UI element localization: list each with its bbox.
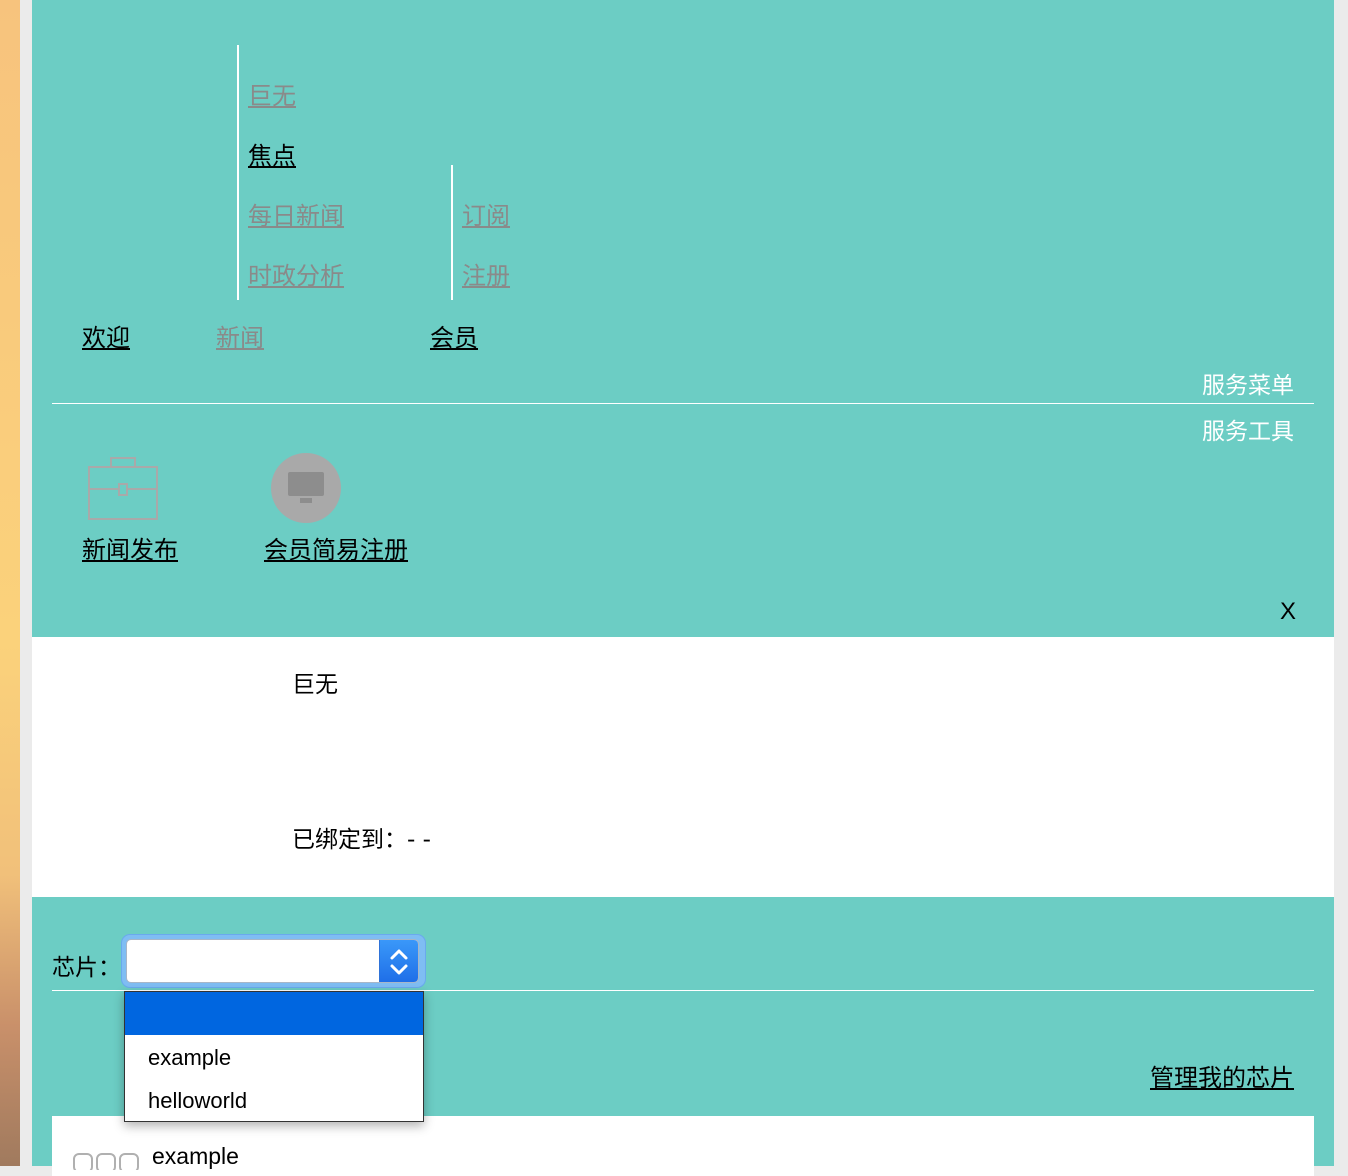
submenu-item-subscribe[interactable]: 订阅	[462, 196, 510, 231]
background-edge	[0, 0, 20, 1166]
bound-status: 已绑定到：- -	[292, 827, 431, 853]
chip-list: example	[52, 1116, 1314, 1176]
chip-icon	[73, 1153, 139, 1170]
nav-member[interactable]: 会员	[430, 318, 478, 353]
info-name: 巨无	[292, 672, 338, 698]
monitor-icon[interactable]	[270, 452, 342, 524]
nav-welcome[interactable]: 欢迎	[82, 318, 130, 353]
member-submenu-divider	[451, 165, 453, 300]
service-tools-label: 服务工具	[1202, 419, 1294, 445]
submenu-item-register[interactable]: 注册	[462, 256, 510, 291]
dropdown-option-helloworld[interactable]: helloworld	[125, 1088, 423, 1114]
service-menu-label[interactable]: 服务菜单	[1202, 366, 1294, 400]
submenu-item-politics[interactable]: 时政分析	[248, 256, 344, 291]
close-button[interactable]: X	[1280, 598, 1296, 626]
submenu-item-focus[interactable]: 焦点	[248, 136, 296, 171]
chip-dropdown[interactable]: example helloworld	[124, 991, 424, 1122]
dropdown-option-example[interactable]: example	[125, 1045, 423, 1071]
chip-label: 芯片：	[52, 955, 121, 981]
chip-select-field[interactable]	[126, 939, 419, 983]
chip-select[interactable]	[122, 935, 425, 987]
submenu-item-juwu[interactable]: 巨无	[248, 76, 296, 111]
info-panel: 巨无 已绑定到：- -	[32, 637, 1334, 897]
submenu-item-daily-news[interactable]: 每日新闻	[248, 196, 344, 231]
manage-chips-link[interactable]: 管理我的芯片	[1150, 1058, 1294, 1093]
service-divider	[52, 403, 1314, 404]
news-submenu-divider	[237, 45, 239, 300]
tool-member-register[interactable]: 会员简易注册	[264, 530, 408, 565]
chip-select-arrows[interactable]	[379, 940, 418, 982]
briefcase-icon[interactable]	[87, 455, 159, 521]
nav-news[interactable]: 新闻	[216, 318, 264, 353]
tool-news-publish[interactable]: 新闻发布	[82, 530, 178, 565]
dropdown-option-empty[interactable]	[125, 992, 423, 1035]
chevron-updown-icon	[390, 949, 408, 975]
